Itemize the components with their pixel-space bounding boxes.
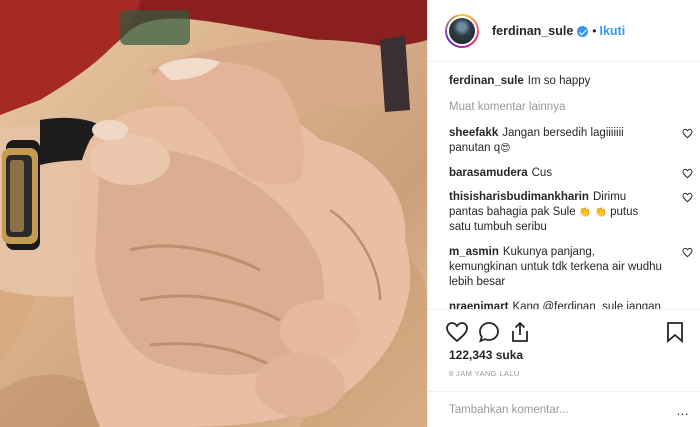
- separator-dot: •: [592, 23, 597, 38]
- comment-heart-icon[interactable]: [682, 192, 693, 203]
- comments-section[interactable]: ferdinan_sule Im so happy Muat komentar l…: [428, 62, 700, 309]
- comment-item: thisisharisbudimankharin Dirimu pantas ba…: [449, 190, 693, 236]
- comment-text: Cus: [531, 166, 553, 179]
- load-more-comments[interactable]: Muat komentar lainnya: [449, 101, 671, 113]
- comment-composer: ...: [428, 391, 700, 427]
- hands-illustration: [0, 0, 427, 427]
- comment-heart-icon[interactable]: [682, 168, 693, 179]
- action-icons: [445, 320, 690, 344]
- comment-username[interactable]: barasamudera: [449, 167, 528, 179]
- post-header: ferdinan_sule • Ikuti: [428, 0, 700, 62]
- comment-input[interactable]: [449, 404, 649, 416]
- comment-username[interactable]: m_asmin: [449, 246, 499, 258]
- comment-icon[interactable]: [477, 320, 501, 344]
- verified-badge-icon: [577, 26, 589, 37]
- like-count[interactable]: 122,343 suka: [449, 348, 523, 362]
- comment-emoji: 😍: [500, 143, 511, 155]
- comment-username[interactable]: thisisharisbudimankharin: [449, 191, 589, 203]
- bookmark-icon[interactable]: [663, 320, 687, 344]
- more-options-icon[interactable]: ...: [677, 403, 689, 418]
- comment-item: m_asmin Kukunya panjang, kemungkinan untu…: [449, 245, 693, 291]
- post-photo[interactable]: [0, 0, 427, 427]
- avatar[interactable]: [445, 13, 479, 48]
- post-caption: ferdinan_sule Im so happy: [449, 74, 671, 89]
- comment-username[interactable]: sheefakk: [449, 127, 498, 139]
- avatar-image: [447, 15, 477, 46]
- comment-heart-icon[interactable]: [682, 128, 693, 139]
- share-icon[interactable]: [508, 320, 532, 344]
- header-username[interactable]: ferdinan_sule: [492, 24, 573, 38]
- comment-heart-icon[interactable]: [682, 247, 693, 258]
- caption-text: Im so happy: [527, 75, 591, 87]
- follow-button[interactable]: Ikuti: [599, 24, 625, 38]
- clapping-emoji: 👏 👏: [578, 207, 607, 219]
- comment-item: barasamudera Cus: [449, 166, 693, 181]
- comment-item: sheefakk Jangan bersedih lagiiiiiii panut…: [449, 126, 693, 157]
- comment-username[interactable]: nraenimart: [449, 301, 508, 309]
- instagram-post: ferdinan_sule • Ikuti ferdinan_sule Im so…: [0, 0, 700, 427]
- caption-username[interactable]: ferdinan_sule: [449, 75, 524, 87]
- post-actions: 122,343 suka 8 JAM YANG LALU ...: [428, 309, 700, 427]
- heart-icon[interactable]: [445, 320, 469, 344]
- comment-item: nraenimartKang @ferdinan_sule jangan lup…: [449, 300, 671, 309]
- post-sidebar: ferdinan_sule • Ikuti ferdinan_sule Im so…: [427, 0, 700, 427]
- post-timestamp[interactable]: 8 JAM YANG LALU: [449, 369, 520, 378]
